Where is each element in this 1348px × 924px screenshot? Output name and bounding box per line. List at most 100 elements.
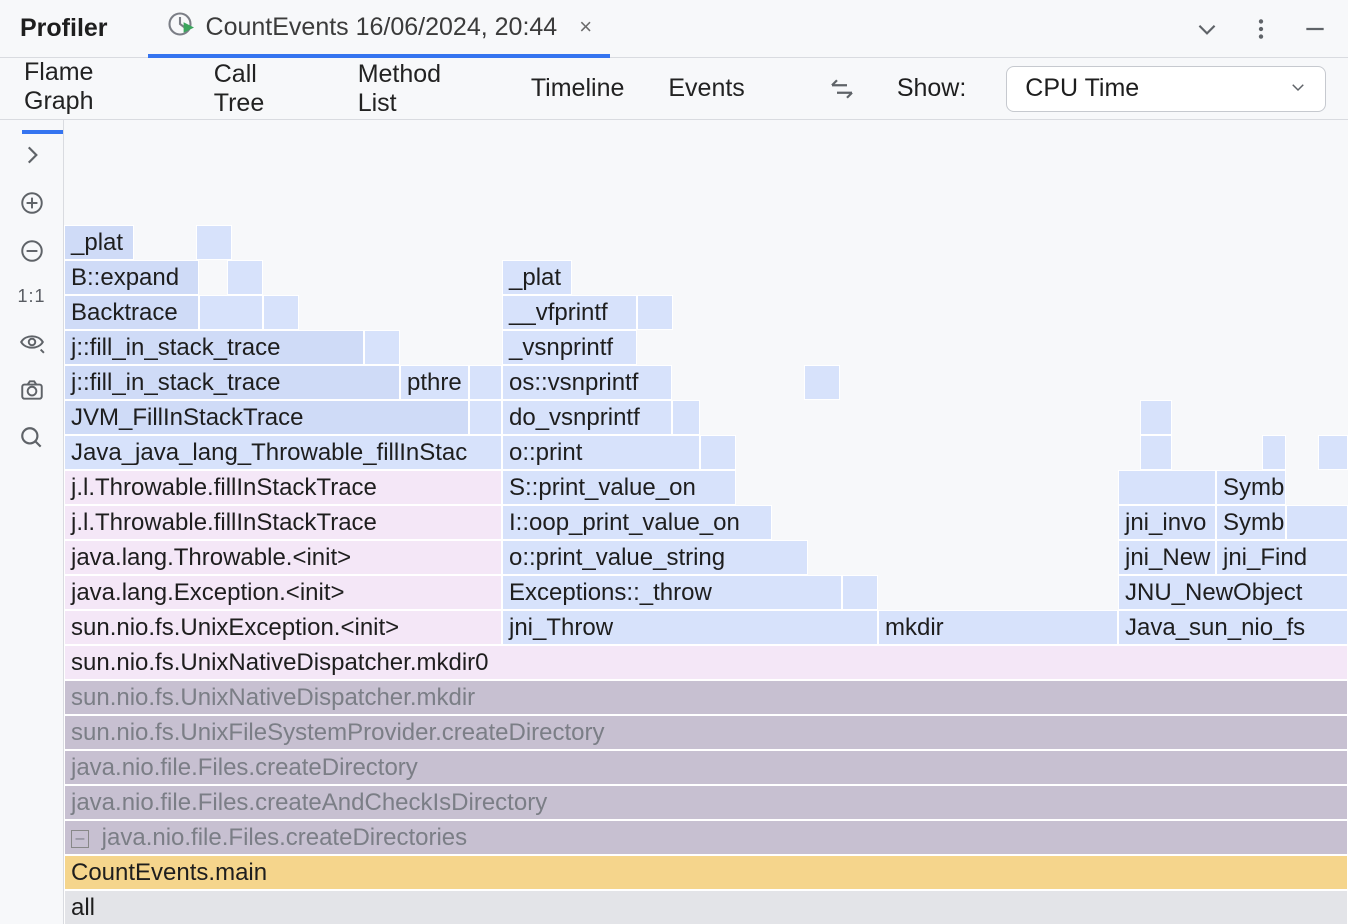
flame-cell[interactable] bbox=[842, 575, 878, 610]
collapse-icon[interactable]: – bbox=[71, 830, 89, 848]
flame-row: sun.nio.fs.UnixNativeDispatcher.mkdir0 bbox=[64, 645, 1348, 681]
flame-row: CountEvents.main bbox=[64, 855, 1348, 891]
flame-graph[interactable]: allCountEvents.main– java.nio.file.Files… bbox=[64, 120, 1348, 924]
flame-cell[interactable] bbox=[1262, 435, 1286, 470]
zoom-in-icon[interactable] bbox=[19, 190, 45, 216]
flame-cell[interactable]: Symb bbox=[1216, 505, 1286, 540]
flame-cell[interactable]: o::print bbox=[502, 435, 700, 470]
flame-cell[interactable]: __vfprintf bbox=[502, 295, 637, 330]
chevron-down-icon[interactable] bbox=[1194, 16, 1220, 42]
flame-cell[interactable]: java.nio.file.Files.createDirectory bbox=[64, 750, 1348, 785]
flame-cell[interactable]: os::vsnprintf bbox=[502, 365, 672, 400]
flame-cell[interactable] bbox=[227, 260, 263, 295]
flame-cell-label: jni_Throw bbox=[509, 614, 613, 641]
flame-cell[interactable] bbox=[672, 400, 700, 435]
flame-cell[interactable]: S::print_value_on bbox=[502, 470, 736, 505]
flame-row: j.l.Throwable.fillInStackTrace S::print_v… bbox=[64, 470, 1348, 506]
flame-cell[interactable] bbox=[804, 365, 840, 400]
flame-cell[interactable]: o::print_value_string bbox=[502, 540, 808, 575]
flame-cell-label: sun.nio.fs.UnixNativeDispatcher.mkdir0 bbox=[71, 649, 489, 676]
flame-cell[interactable]: sun.nio.fs.UnixFileSystemProvider.create… bbox=[64, 715, 1348, 750]
flame-cell[interactable] bbox=[469, 400, 502, 435]
flame-cell-label: __vfprintf bbox=[509, 299, 608, 326]
flame-cell[interactable]: sun.nio.fs.UnixNativeDispatcher.mkdir bbox=[64, 680, 1348, 715]
flame-row: j::fill_in_stack_trace _vsnprintf bbox=[64, 330, 1348, 366]
flame-cell[interactable]: Exceptions::_throw bbox=[502, 575, 842, 610]
flame-cell-label: j::fill_in_stack_trace bbox=[71, 334, 280, 361]
flame-cell[interactable]: jni_Throw bbox=[502, 610, 878, 645]
flame-cell[interactable]: jni_invo bbox=[1118, 505, 1216, 540]
flame-cell[interactable]: j::fill_in_stack_trace bbox=[64, 330, 364, 365]
flame-row: j.l.Throwable.fillInStackTraceI::oop_pri… bbox=[64, 505, 1348, 541]
flame-cell-label: Java_sun_nio_fs bbox=[1125, 614, 1305, 641]
flame-cell[interactable]: jni_Find bbox=[1216, 540, 1348, 575]
flame-cell-label: Symb bbox=[1223, 474, 1284, 501]
session-close-icon[interactable]: × bbox=[569, 14, 592, 40]
flame-cell[interactable]: mkdir bbox=[878, 610, 1118, 645]
swap-icon[interactable] bbox=[827, 74, 857, 104]
flame-cell[interactable]: j::fill_in_stack_trace bbox=[64, 365, 400, 400]
flame-cell[interactable]: do_vsnprintf bbox=[502, 400, 672, 435]
flame-cell[interactable] bbox=[199, 295, 263, 330]
flame-cell[interactable]: sun.nio.fs.UnixNativeDispatcher.mkdir0 bbox=[64, 645, 1348, 680]
flame-cell[interactable] bbox=[1318, 435, 1348, 470]
flame-cell[interactable]: JNU_NewObject bbox=[1118, 575, 1348, 610]
flame-cell[interactable]: CountEvents.main bbox=[64, 855, 1348, 890]
flame-cell[interactable]: Java_sun_nio_fs bbox=[1118, 610, 1348, 645]
flame-cell-label: jni_invo bbox=[1125, 509, 1206, 536]
search-icon[interactable] bbox=[19, 425, 45, 451]
tab-timeline[interactable]: Timeline bbox=[529, 60, 627, 117]
flame-row: sun.nio.fs.UnixException.<init> jni_Throw… bbox=[64, 610, 1348, 646]
flame-cell[interactable] bbox=[469, 365, 502, 400]
kebab-icon[interactable] bbox=[1248, 16, 1274, 42]
flame-cell[interactable]: Backtrace bbox=[64, 295, 199, 330]
flame-cell[interactable] bbox=[700, 435, 736, 470]
flame-row: JVM_FillInStackTrace do_vsnprintf bbox=[64, 400, 1348, 436]
screenshot-icon[interactable] bbox=[19, 377, 45, 403]
flame-cell[interactable]: sun.nio.fs.UnixException.<init> bbox=[64, 610, 502, 645]
reset-zoom-button[interactable]: 1:1 bbox=[17, 286, 45, 307]
flame-cell-label: jni_Find bbox=[1223, 544, 1307, 571]
tab-method-list[interactable]: Method List bbox=[356, 46, 489, 132]
flame-cell[interactable]: _plat bbox=[502, 260, 572, 295]
flame-cell[interactable]: I::oop_print_value_on bbox=[502, 505, 772, 540]
forward-icon[interactable] bbox=[19, 142, 45, 168]
flame-cell[interactable] bbox=[364, 330, 400, 365]
flame-cell[interactable]: – java.nio.file.Files.createDirectories bbox=[64, 820, 1348, 855]
flame-cell[interactable]: java.lang.Throwable.<init> bbox=[64, 540, 502, 575]
flame-cell[interactable]: Symb bbox=[1216, 470, 1286, 505]
flame-cell[interactable]: jni_New bbox=[1118, 540, 1216, 575]
flame-cell[interactable]: JVM_FillInStackTrace bbox=[64, 400, 469, 435]
flame-cell[interactable] bbox=[637, 295, 673, 330]
flame-cell[interactable]: pthre bbox=[400, 365, 469, 400]
tab-events[interactable]: Events bbox=[666, 60, 746, 117]
flame-cell[interactable] bbox=[1118, 470, 1216, 505]
tab-call-tree[interactable]: Call Tree bbox=[212, 46, 316, 132]
flame-cell[interactable] bbox=[1286, 505, 1348, 540]
flame-cell-label: S::print_value_on bbox=[509, 474, 696, 501]
flame-cell[interactable]: Java_java_lang_Throwable_fillInStac bbox=[64, 435, 502, 470]
flame-cell[interactable]: j.l.Throwable.fillInStackTrace bbox=[64, 470, 502, 505]
flame-row: – java.nio.file.Files.createDirectories bbox=[64, 820, 1348, 856]
flame-cell[interactable]: _plat bbox=[64, 225, 134, 260]
flame-cell[interactable] bbox=[1140, 400, 1172, 435]
focus-icon[interactable] bbox=[19, 329, 45, 355]
zoom-out-icon[interactable] bbox=[19, 238, 45, 264]
flame-row: j::fill_in_stack_tracepthre os::vsnprintf bbox=[64, 365, 1348, 401]
minimize-icon[interactable] bbox=[1302, 16, 1328, 42]
flame-cell[interactable] bbox=[1140, 435, 1172, 470]
flame-cell-label: all bbox=[71, 894, 95, 921]
metric-dropdown[interactable]: CPU Time bbox=[1006, 66, 1326, 112]
flame-cell-label: _plat bbox=[509, 264, 561, 291]
tool-title: Profiler bbox=[20, 14, 108, 43]
flame-cell[interactable]: java.lang.Exception.<init> bbox=[64, 575, 502, 610]
flame-cell[interactable]: java.nio.file.Files.createAndCheckIsDire… bbox=[64, 785, 1348, 820]
flame-cell[interactable]: B::expand bbox=[64, 260, 199, 295]
flame-cell[interactable]: _vsnprintf bbox=[502, 330, 637, 365]
flame-cell-label: Exceptions::_throw bbox=[509, 579, 712, 606]
flame-cell[interactable]: j.l.Throwable.fillInStackTrace bbox=[64, 505, 502, 540]
flame-cell[interactable] bbox=[263, 295, 299, 330]
flame-cell[interactable] bbox=[196, 225, 232, 260]
flame-cell-label: o::print bbox=[509, 439, 582, 466]
flame-cell[interactable]: all bbox=[64, 890, 1348, 924]
